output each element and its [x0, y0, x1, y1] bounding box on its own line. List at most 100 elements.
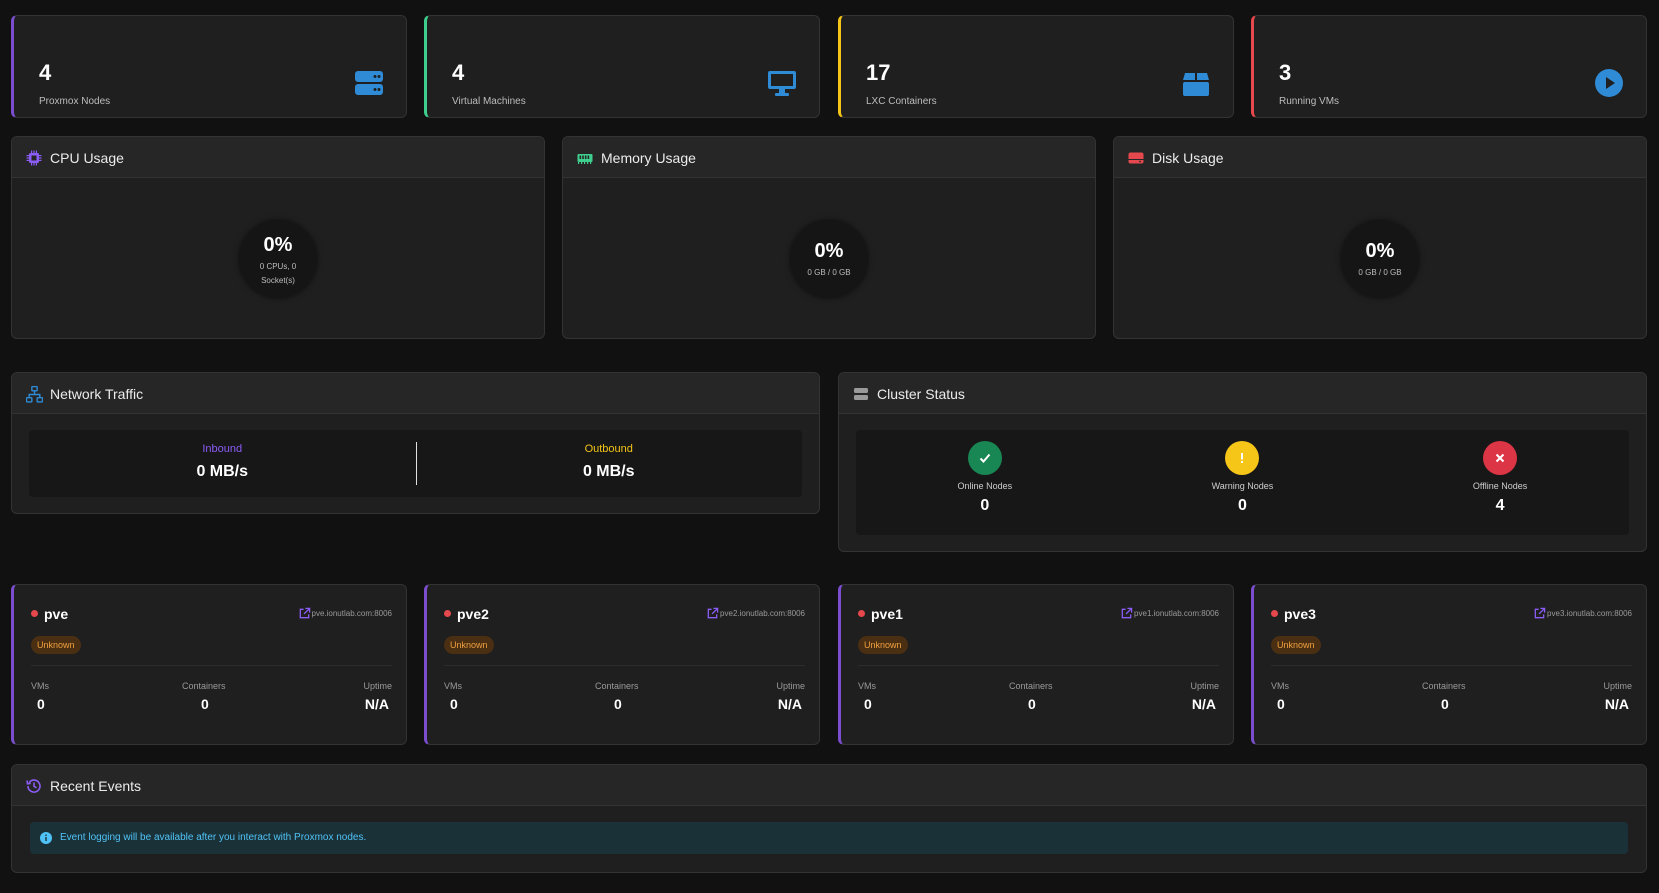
info-icon [40, 832, 52, 844]
containers-value: 0 [614, 696, 622, 712]
divider [1271, 665, 1632, 666]
containers-value: 0 [1028, 696, 1036, 712]
vms-value: 0 [864, 696, 872, 712]
outbound-stat: Outbound 0 MB/s [416, 430, 803, 497]
stat-value: 4 [452, 60, 465, 85]
external-link-icon [299, 607, 310, 619]
stat-card-virtual-machines: 4 Virtual Machines [424, 15, 820, 118]
panel-title: Network Traffic [50, 386, 144, 402]
online-nodes-label: Online Nodes [957, 481, 1013, 491]
status-badge: Unknown [858, 636, 908, 654]
cpu-gauge: 0% 0 CPUs, 0 Socket(s) [239, 220, 317, 298]
panel-header: Network Traffic [12, 373, 819, 414]
inbound-value: 0 MB/s [196, 463, 249, 480]
panel-header: CPU Usage [12, 137, 544, 178]
uptime-value: N/A [1604, 696, 1629, 712]
uptime-label: Uptime [1190, 681, 1219, 691]
status-dot [1271, 610, 1278, 617]
node-url[interactable]: pve2.ionutlab.com:8006 [720, 609, 805, 618]
cpu-percent: 0% [263, 234, 293, 256]
panel-title: Disk Usage [1152, 150, 1224, 166]
panel-title: Recent Events [50, 778, 142, 794]
status-badge: Unknown [444, 636, 494, 654]
hdd-icon [1128, 152, 1144, 164]
disk-gauge: 0% 0 GB / 0 GB [1341, 220, 1419, 298]
offline-nodes-stat: Offline Nodes 4 [1371, 430, 1629, 535]
history-icon [26, 779, 41, 793]
node-card-pve3[interactable]: pve3 pve3.ionutlab.com:8006 Unknown VMs … [1251, 584, 1647, 745]
offline-nodes-label: Offline Nodes [1472, 481, 1528, 491]
containers-label: Containers [595, 681, 639, 691]
node-card-pve2[interactable]: pve2 pve2.ionutlab.com:8006 Unknown VMs … [424, 584, 820, 745]
node-name: pve1 [871, 606, 903, 622]
containers-label: Containers [1422, 681, 1466, 691]
warning-nodes-value: 0 [1238, 497, 1247, 514]
events-alert: Event logging will be available after yo… [30, 822, 1628, 854]
node-card-pve[interactable]: pve pve.ionutlab.com:8006 Unknown VMs 0 … [11, 584, 407, 745]
warning-nodes-label: Warning Nodes [1211, 481, 1274, 491]
network-traffic-panel: Network Traffic Inbound 0 MB/s Outbound … [11, 372, 820, 514]
online-nodes-value: 0 [980, 497, 990, 514]
stat-label: Virtual Machines [452, 96, 526, 107]
play-circle-icon [1595, 69, 1623, 97]
outbound-value: 0 MB/s [582, 463, 635, 480]
node-link[interactable]: pve2.ionutlab.com:8006 [706, 607, 805, 620]
divider [858, 665, 1219, 666]
external-link-icon [1534, 607, 1546, 619]
disk-percent: 0% [1365, 240, 1395, 262]
vms-value: 0 [450, 696, 458, 712]
vms-value: 0 [37, 696, 45, 712]
panel-header: Memory Usage [563, 137, 1095, 178]
node-link[interactable]: pve.ionutlab.com:8006 [298, 607, 393, 620]
containers-value: 0 [1441, 696, 1449, 712]
status-dot [858, 610, 865, 617]
external-link-icon [1121, 607, 1133, 619]
disk-detail: 0 GB / 0 GB [1358, 268, 1402, 277]
memory-percent: 0% [814, 240, 844, 262]
cpu-icon [26, 150, 42, 166]
containers-label: Containers [182, 681, 226, 691]
vms-label: VMs [444, 681, 462, 691]
stat-value: 4 [39, 60, 52, 85]
cluster-status-panel: Cluster Status Online Nodes 0 Warning No… [838, 372, 1647, 552]
cluster-stats: Online Nodes 0 Warning Nodes 0 Offline N… [856, 430, 1629, 535]
node-name: pve2 [457, 606, 489, 622]
containers-label: Containers [1009, 681, 1053, 691]
vms-label: VMs [1271, 681, 1289, 691]
vms-label: VMs [31, 681, 49, 691]
node-link[interactable]: pve3.ionutlab.com:8006 [1533, 607, 1632, 620]
vms-value: 0 [1277, 696, 1285, 712]
uptime-value: N/A [777, 696, 802, 712]
status-dot [444, 610, 451, 617]
server-icon [355, 71, 383, 95]
node-url[interactable]: pve3.ionutlab.com:8006 [1547, 609, 1632, 618]
stat-label: Proxmox Nodes [39, 96, 111, 107]
panel-title: Memory Usage [601, 150, 696, 166]
panel-header: Recent Events [12, 765, 1646, 806]
divider [31, 665, 392, 666]
cpu-usage-panel: CPU Usage 0% 0 CPUs, 0 Socket(s) [11, 136, 545, 339]
panel-header: Cluster Status [839, 373, 1646, 414]
server-stack-icon [854, 388, 868, 400]
recent-events-panel: Recent Events Event logging will be avai… [11, 764, 1647, 873]
stat-label: Running VMs [1279, 96, 1340, 107]
node-url[interactable]: pve1.ionutlab.com:8006 [1134, 609, 1219, 618]
network-stats: Inbound 0 MB/s Outbound 0 MB/s [29, 430, 802, 497]
node-name: pve3 [1284, 606, 1316, 622]
exclamation-icon [1225, 441, 1260, 475]
uptime-value: N/A [1191, 696, 1216, 712]
status-badge: Unknown [31, 636, 81, 654]
panel-header: Disk Usage [1114, 137, 1646, 178]
inbound-label: Inbound [202, 443, 243, 455]
stat-card-running-vms: 3 Running VMs [1251, 15, 1647, 118]
node-url[interactable]: pve.ionutlab.com:8006 [312, 609, 393, 618]
stat-card-lxc-containers: 17 LXC Containers [838, 15, 1234, 118]
memory-icon [577, 154, 593, 164]
node-card-pve1[interactable]: pve1 pve1.ionutlab.com:8006 Unknown VMs … [838, 584, 1234, 745]
memory-gauge: 0% 0 GB / 0 GB [790, 220, 868, 298]
memory-detail: 0 GB / 0 GB [807, 268, 851, 277]
node-link[interactable]: pve1.ionutlab.com:8006 [1120, 607, 1219, 620]
node-name: pve [44, 606, 69, 622]
containers-value: 0 [201, 696, 209, 712]
divider [444, 665, 805, 666]
